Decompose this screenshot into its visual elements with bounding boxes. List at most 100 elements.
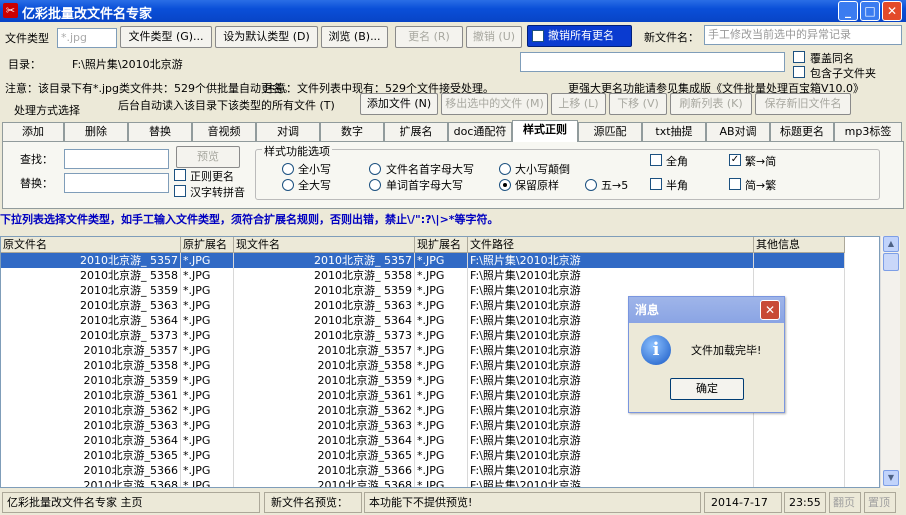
preview-button[interactable]: 预览 (176, 146, 240, 168)
remove-selected-button[interactable]: 移出选中的文件 (M) (441, 93, 548, 115)
table-cell: 2010北京游_5368 (1, 478, 181, 487)
table-cell: *.JPG (415, 388, 468, 403)
table-cell: F:\照片集\2010北京游 (468, 418, 754, 433)
file-type-button[interactable]: 文件类型 (G)... (120, 26, 212, 48)
tab-title-rename[interactable]: 标题更名 (770, 122, 834, 142)
table-cell: 2010北京游_5363 (234, 418, 415, 433)
col-header-other[interactable]: 其他信息 (754, 237, 845, 253)
note-text: 注意：该目录下有*.jpg类文件共：529个供批量自动更名。 (5, 82, 295, 95)
new-name-label: 新文件名： (644, 31, 699, 44)
maximize-button[interactable]: □ (860, 1, 880, 21)
table-cell: 2010北京游_ 5364 (234, 313, 415, 328)
auto-read-label[interactable]: 后台自动读入该目录下该类型的所有文件 (T) (118, 97, 335, 113)
undo-button[interactable]: 撤销 (U) (466, 26, 522, 48)
move-up-button[interactable]: 上移 (L) (551, 93, 606, 115)
regex-label: 正则更名 (190, 170, 234, 183)
browse-button[interactable]: 浏览 (B)... (321, 26, 388, 48)
warning-text: 下拉列表选择文件类型，如手工输入文件类型，须符合扩展名规则，否则出错，禁止\/"… (0, 213, 499, 226)
halfwidth-checkbox[interactable] (650, 178, 662, 190)
tab-swap[interactable]: 对调 (256, 122, 320, 142)
tab-ab-swap[interactable]: AB对调 (706, 122, 770, 142)
tab-style-regex[interactable]: 样式正则 (512, 120, 578, 142)
undo-all-checkbox[interactable] (532, 30, 544, 42)
trad-to-simp-checkbox[interactable]: ✓ (729, 154, 741, 166)
table-row[interactable]: 2010北京游_5368 *.JPG 2010北京游_5368 *.JPG F:\照片集… (1, 478, 845, 487)
file-type-select[interactable]: *.jpg (57, 28, 117, 48)
pinyin-checkbox[interactable] (174, 185, 186, 197)
rename-button[interactable]: 更名 (R) (395, 26, 463, 48)
status-app: 亿彩批量改文件名专家 主页 (2, 492, 260, 513)
scroll-down-button[interactable]: ▼ (883, 470, 899, 486)
close-button[interactable]: ✕ (882, 1, 902, 21)
table-cell: *.JPG (415, 463, 468, 478)
page-button[interactable]: 翻页 (829, 492, 861, 513)
message-dialog: 消息 ✕ i 文件加载完毕! 确定 (628, 296, 785, 413)
regex-checkbox[interactable] (174, 169, 186, 181)
table-cell: *.JPG (415, 343, 468, 358)
table-row[interactable]: 2010北京游_ 5358 *.JPG 2010北京游_ 5358 *.JPG F:\照… (1, 268, 845, 283)
new-name-input[interactable]: 手工修改当前选中的异常记录 (704, 25, 902, 45)
table-cell (754, 463, 845, 478)
table-cell: 2010北京游_5359 (1, 373, 181, 388)
top-button[interactable]: 置顶 (864, 492, 896, 513)
fullwidth-checkbox[interactable] (650, 154, 662, 166)
lowercase-label: 全小写 (298, 163, 331, 176)
table-row[interactable]: 2010北京游_5365 *.JPG 2010北京游_5365 *.JPG F:\照片集… (1, 448, 845, 463)
undo-all-button[interactable]: 撤销所有更名 (527, 25, 632, 47)
set-default-type-button[interactable]: 设为默认类型 (D) (215, 26, 318, 48)
refresh-list-button[interactable]: 刷新列表 (K) (670, 93, 752, 115)
col-header-path[interactable]: 文件路径 (468, 237, 754, 253)
swap-case-label: 大小写颠倒 (515, 163, 570, 176)
tab-av[interactable]: 音视频 (192, 122, 256, 142)
vertical-scrollbar[interactable]: ▲ ▼ (880, 236, 900, 488)
table-row[interactable]: 2010北京游_ 5357 *.JPG 2010北京游_ 5357 *.JPG F:\照… (1, 253, 845, 268)
col-header-cur-name[interactable]: 现文件名 (234, 237, 415, 253)
col-header-cur-ext[interactable]: 现扩展名 (415, 237, 468, 253)
dialog-ok-button[interactable]: 确定 (670, 378, 744, 400)
col-header-orig-name[interactable]: 原文件名 (1, 237, 181, 253)
pinyin-label: 汉字转拼音 (190, 186, 245, 199)
col-header-orig-ext[interactable]: 原扩展名 (181, 237, 234, 253)
path-field[interactable] (520, 52, 785, 72)
tab-replace[interactable]: 替换 (128, 122, 192, 142)
tab-mp3-tag[interactable]: mp3标签 (834, 122, 902, 142)
scroll-up-button[interactable]: ▲ (883, 236, 899, 252)
keep-original-radio[interactable] (499, 179, 511, 191)
table-cell (754, 448, 845, 463)
tab-add[interactable]: 添加 (2, 122, 64, 142)
find-input[interactable] (64, 149, 169, 169)
tab-number[interactable]: 数字 (320, 122, 384, 142)
include-sub-checkbox[interactable] (793, 66, 805, 78)
tab-delete[interactable]: 删除 (64, 122, 128, 142)
table-row[interactable]: 2010北京游_5366 *.JPG 2010北京游_5366 *.JPG F:\照片集… (1, 463, 845, 478)
table-row[interactable]: 2010北京游_5364 *.JPG 2010北京游_5364 *.JPG F:\照片集… (1, 433, 845, 448)
dialog-close-button[interactable]: ✕ (760, 300, 780, 320)
tab-doc-wildcard[interactable]: doc通配符 (448, 122, 512, 142)
tab-extension[interactable]: 扩展名 (384, 122, 448, 142)
lowercase-radio[interactable] (282, 163, 294, 175)
save-names-button[interactable]: 保存新旧文件名 (755, 93, 851, 115)
five-radio[interactable] (585, 179, 597, 191)
overwrite-checkbox[interactable] (793, 51, 805, 63)
table-cell: 2010北京游_5364 (1, 433, 181, 448)
scroll-thumb[interactable] (883, 253, 899, 271)
word-capital-radio[interactable] (369, 179, 381, 191)
table-cell: 2010北京游_5358 (234, 358, 415, 373)
move-down-button[interactable]: 下移 (V) (609, 93, 667, 115)
table-cell: F:\照片集\2010北京游 (468, 463, 754, 478)
simp-to-trad-checkbox[interactable] (729, 178, 741, 190)
first-letter-radio[interactable] (369, 163, 381, 175)
dialog-message: 文件加载完毕! (691, 344, 762, 357)
tab-source-match[interactable]: 源匹配 (578, 122, 642, 142)
minimize-button[interactable]: _ (838, 1, 858, 21)
table-cell: 2010北京游_5362 (234, 403, 415, 418)
table-cell: *.JPG (181, 298, 234, 313)
table-row[interactable]: 2010北京游_5363 *.JPG 2010北京游_5363 *.JPG F:\照片集… (1, 418, 845, 433)
tab-txt-extract[interactable]: txt抽提 (642, 122, 706, 142)
table-cell (754, 478, 845, 487)
swap-case-radio[interactable] (499, 163, 511, 175)
uppercase-radio[interactable] (282, 179, 294, 191)
table-cell: 2010北京游_ 5358 (234, 268, 415, 283)
add-file-button[interactable]: 添加文件 (N) (360, 93, 438, 115)
replace-input[interactable] (64, 173, 169, 193)
